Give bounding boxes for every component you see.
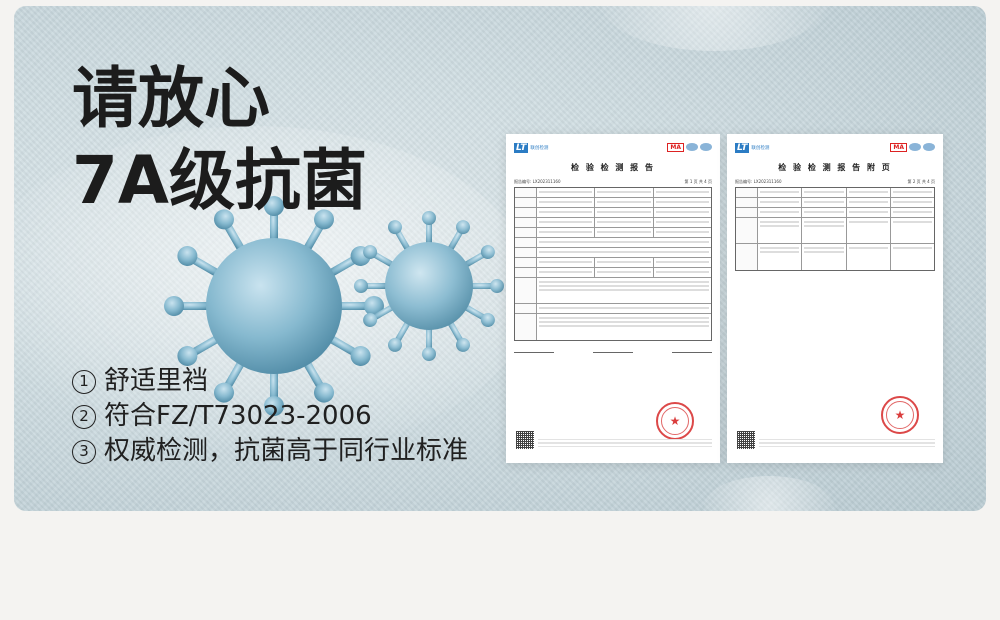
official-seal: ★ (656, 402, 694, 440)
report-meta: 报告编号: LX202311160 第 2 页 共 4 页 (735, 179, 935, 185)
test-report-page-1: LT 联创检测 MA 检 验 检 测 报 告 报告编号: LX202311160… (506, 134, 720, 463)
feature-number: 3 (72, 439, 96, 464)
report-page: 第 2 页 共 4 页 (907, 179, 935, 184)
lab-logo-mark: LT (514, 143, 529, 153)
lab-logo: LT 联创检测 (514, 143, 548, 153)
certification-badges: MA (667, 143, 712, 152)
feature-item: 2 符合FZ/T73023-2006 (72, 399, 468, 434)
feature-number: 1 (72, 369, 96, 394)
cnas-icon (686, 143, 698, 151)
test-report-page-2: LT 联创检测 MA 检 验 检 测 报 告 附 页 报告编号: LX20231… (727, 134, 943, 463)
ilac-icon (700, 143, 712, 151)
cma-badge: MA (890, 143, 907, 152)
report-header: LT 联创检测 MA (727, 134, 943, 162)
lab-logo-mark: LT (735, 143, 750, 153)
lab-logo: LT 联创检测 (735, 143, 769, 153)
headline: 请放心 7A级抗菌 (72, 58, 367, 222)
feature-list: 1 舒适里裆 2 符合FZ/T73023-2006 3 权威检测，抗菌高于同行业… (72, 364, 468, 469)
official-seal: ★ (881, 396, 919, 434)
qr-code (516, 431, 534, 449)
lab-logo-text: 联创检测 (751, 145, 770, 151)
headline-line-2: 7A级抗菌 (72, 142, 368, 219)
feature-text: 舒适里裆 (104, 366, 209, 396)
ilac-icon (923, 143, 935, 151)
virus-illustration-small (349, 206, 509, 366)
report-signatures (514, 349, 712, 353)
results-table (735, 187, 935, 271)
certification-badges: MA (890, 143, 935, 152)
report-header: LT 联创检测 MA (506, 134, 720, 162)
feature-number: 2 (72, 404, 96, 429)
feature-text: 权威检测，抗菌高于同行业标准 (104, 436, 469, 466)
report-page: 第 1 页 共 4 页 (684, 179, 712, 184)
report-number: 报告编号: LX202311160 (735, 179, 782, 184)
report-table (514, 187, 712, 341)
cma-badge: MA (667, 143, 684, 152)
qr-code (737, 431, 755, 449)
report-title: 检 验 检 测 报 告 (571, 163, 655, 172)
feature-item: 1 舒适里裆 (72, 364, 468, 399)
report-meta: 报告编号: LX202311160 第 1 页 共 4 页 (514, 179, 712, 185)
report-title: 检 验 检 测 报 告 附 页 (778, 163, 892, 172)
headline-line-1: 请放心 (72, 60, 270, 137)
report-footer (759, 437, 935, 450)
cnas-icon (909, 143, 921, 151)
lab-logo-text: 联创检测 (530, 145, 549, 151)
feature-text: 符合FZ/T73023-2006 (104, 401, 372, 431)
report-footer (538, 437, 712, 450)
feature-item: 3 权威检测，抗菌高于同行业标准 (72, 434, 468, 469)
report-number: 报告编号: LX202311160 (514, 179, 561, 184)
